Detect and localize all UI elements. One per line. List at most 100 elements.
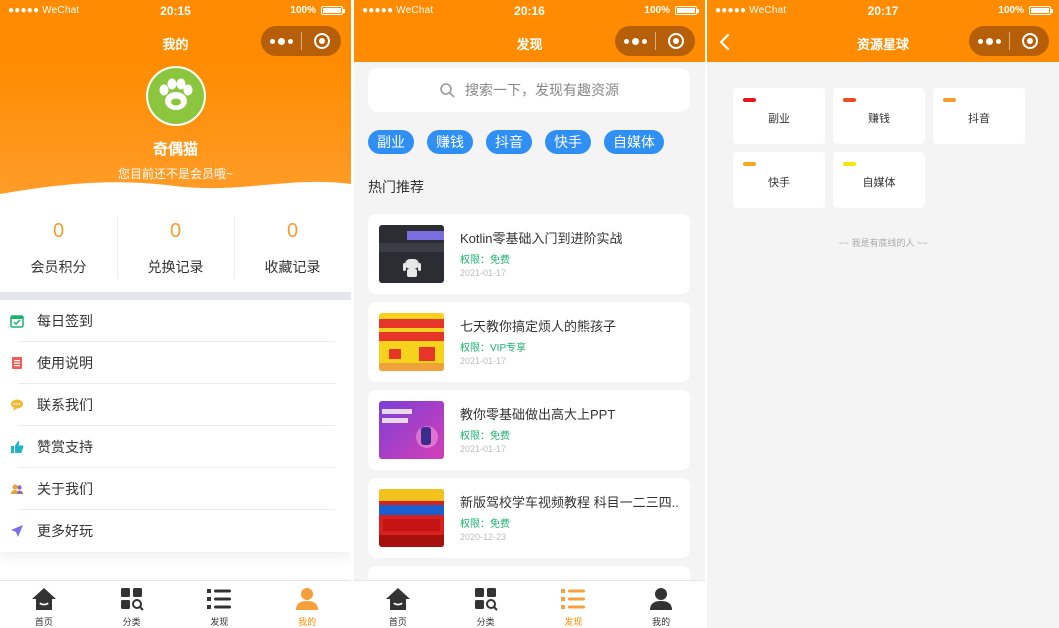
resource-date: 2020-12-23 — [460, 532, 507, 542]
tag-chip[interactable]: 快手 — [545, 130, 591, 154]
resource-card[interactable]: Kotlin零基础入门到进阶实战 权限：免费 2021-01-17 — [368, 214, 690, 294]
more-dots-icon[interactable] — [615, 26, 655, 56]
battery-percent: 100% — [644, 5, 670, 16]
nav-bar: 我的 — [0, 22, 351, 62]
resource-card[interactable]: 七天教你搞定烦人的熊孩子 权限：VIP专享 2021-01-17 — [368, 302, 690, 382]
close-miniprogram-icon[interactable] — [302, 26, 341, 56]
tab-category[interactable]: 分类 — [442, 581, 530, 628]
battery-icon — [675, 6, 699, 15]
planet-card[interactable]: 快手 — [733, 152, 825, 208]
more-dots-icon[interactable] — [261, 26, 301, 56]
home-icon — [31, 586, 57, 612]
stat-points[interactable]: 0 会员积分 — [0, 212, 117, 282]
people-icon — [10, 482, 24, 496]
resource-card[interactable]: 教你零基础做出高大上PPT 权限：免费 2021-01-17 — [368, 390, 690, 470]
menu-label: 更多好玩 — [37, 523, 93, 539]
color-bar — [943, 98, 956, 102]
battery-icon — [1029, 6, 1053, 15]
tag-chip[interactable]: 副业 — [368, 130, 414, 154]
avatar[interactable] — [146, 66, 206, 126]
paw-icon — [159, 78, 193, 110]
resource-date: 2021-01-17 — [460, 268, 507, 278]
kids-thumbnail — [379, 313, 444, 371]
tab-discover[interactable]: 发现 — [530, 581, 618, 628]
profile-screen: ●●●●● WeChat 20:15 100% 我的 奇偶猫 您目前还不是会员哦… — [0, 0, 351, 628]
resource-date: 2021-01-17 — [460, 356, 507, 366]
tab-label: 首页 — [388, 617, 407, 627]
user-icon — [294, 586, 320, 612]
resource-permission: 权限：免费 — [460, 519, 510, 530]
status-bar: ●●●●● WeChat 20:17 100% — [707, 0, 1059, 22]
planet-label: 自媒体 — [862, 177, 896, 189]
menu-label: 关于我们 — [37, 481, 93, 497]
resource-title: 教你零基础做出高大上PPT — [460, 407, 616, 422]
menu-item-guide[interactable]: 使用说明 — [0, 342, 351, 384]
tab-me[interactable]: 我的 — [617, 581, 705, 628]
tab-label: 我的 — [652, 617, 671, 627]
home-icon — [385, 586, 411, 612]
discover-screen: ●●●●● WeChat 20:16 100% 发现 搜索一下，发现有趣资源 副… — [354, 0, 705, 628]
kotlin-thumbnail — [379, 225, 444, 283]
tag-chip[interactable]: 自媒体 — [604, 130, 664, 154]
calendar-check-icon — [10, 314, 24, 328]
menu-label: 联系我们 — [37, 397, 93, 413]
menu-item-support[interactable]: 赞赏支持 — [0, 426, 351, 468]
resource-permission: 权限：VIP专享 — [460, 343, 527, 354]
stat-favorites[interactable]: 0 收藏记录 — [234, 212, 351, 282]
resource-title: Kotlin零基础入门到进阶实战 — [460, 231, 623, 246]
tab-category[interactable]: 分类 — [88, 581, 176, 628]
profile-header: 奇偶猫 您目前还不是会员哦~ — [0, 62, 351, 202]
section-divider — [0, 292, 351, 300]
tab-label: 首页 — [34, 617, 53, 627]
planet-label: 抖音 — [968, 113, 990, 125]
tab-label: 发现 — [210, 617, 229, 627]
tag-chip[interactable]: 抖音 — [486, 130, 532, 154]
planet-card[interactable]: 自媒体 — [833, 152, 925, 208]
tab-label: 发现 — [564, 617, 583, 627]
close-miniprogram-icon[interactable] — [656, 26, 695, 56]
planet-card[interactable]: 抖音 — [933, 88, 1025, 144]
resource-title: 七天教你搞定烦人的熊孩子 — [460, 319, 617, 334]
list-icon — [560, 586, 586, 612]
resource-card[interactable]: 新版驾校学车视频教程 科目一二三四... 权限：免费 2020-12-23 — [368, 478, 690, 558]
more-dots-icon[interactable] — [969, 26, 1009, 56]
tab-label: 我的 — [298, 617, 317, 627]
section-title: 热门推荐 — [368, 179, 424, 195]
tag-row: 副业 赚钱 抖音 快手 自媒体 — [368, 130, 698, 154]
menu-item-about[interactable]: 关于我们 — [0, 468, 351, 510]
search-icon — [440, 83, 455, 98]
tab-label: 分类 — [476, 617, 495, 627]
mini-program-capsule — [261, 26, 341, 56]
battery-indicator: 100% — [644, 5, 699, 16]
close-miniprogram-icon[interactable] — [1010, 26, 1049, 56]
menu-item-checkin[interactable]: 每日签到 — [0, 300, 351, 342]
stat-label: 收藏记录 — [264, 259, 321, 275]
user-icon — [648, 586, 674, 612]
planet-card[interactable]: 副业 — [733, 88, 825, 144]
planet-grid: 副业 赚钱 抖音 快手 自媒体 — [733, 88, 1033, 208]
tab-discover[interactable]: 发现 — [176, 581, 264, 628]
driving-thumbnail — [379, 489, 444, 547]
menu-item-contact[interactable]: 联系我们 — [0, 384, 351, 426]
menu-label: 赞赏支持 — [37, 439, 93, 455]
stat-exchanges[interactable]: 0 兑换记录 — [117, 212, 234, 282]
tag-chip[interactable]: 赚钱 — [427, 130, 473, 154]
category-search-icon — [473, 586, 499, 612]
tab-home[interactable]: 首页 — [354, 581, 442, 628]
resource-list: Kotlin零基础入门到进阶实战 权限：免费 2021-01-17 七天教你搞定… — [368, 214, 690, 594]
planet-card[interactable]: 赚钱 — [833, 88, 925, 144]
mini-program-capsule — [615, 26, 695, 56]
profile-menu: 每日签到 使用说明 联系我们 赞赏支持 关于我们 更多好玩 — [0, 300, 351, 552]
tab-home[interactable]: 首页 — [0, 581, 88, 628]
tab-label: 分类 — [122, 617, 141, 627]
resource-permission: 权限：免费 — [460, 431, 510, 442]
resource-date: 2021-01-17 — [460, 444, 507, 454]
battery-percent: 100% — [290, 5, 316, 16]
resource-permission: 权限：免费 — [460, 255, 510, 266]
nav-bar: 发现 — [354, 22, 705, 62]
tab-bar: 首页 分类 发现 我的 — [354, 580, 705, 628]
tab-me[interactable]: 我的 — [263, 581, 351, 628]
menu-item-more[interactable]: 更多好玩 — [0, 510, 351, 552]
list-icon — [206, 586, 232, 612]
search-bar[interactable]: 搜索一下，发现有趣资源 — [368, 68, 690, 112]
